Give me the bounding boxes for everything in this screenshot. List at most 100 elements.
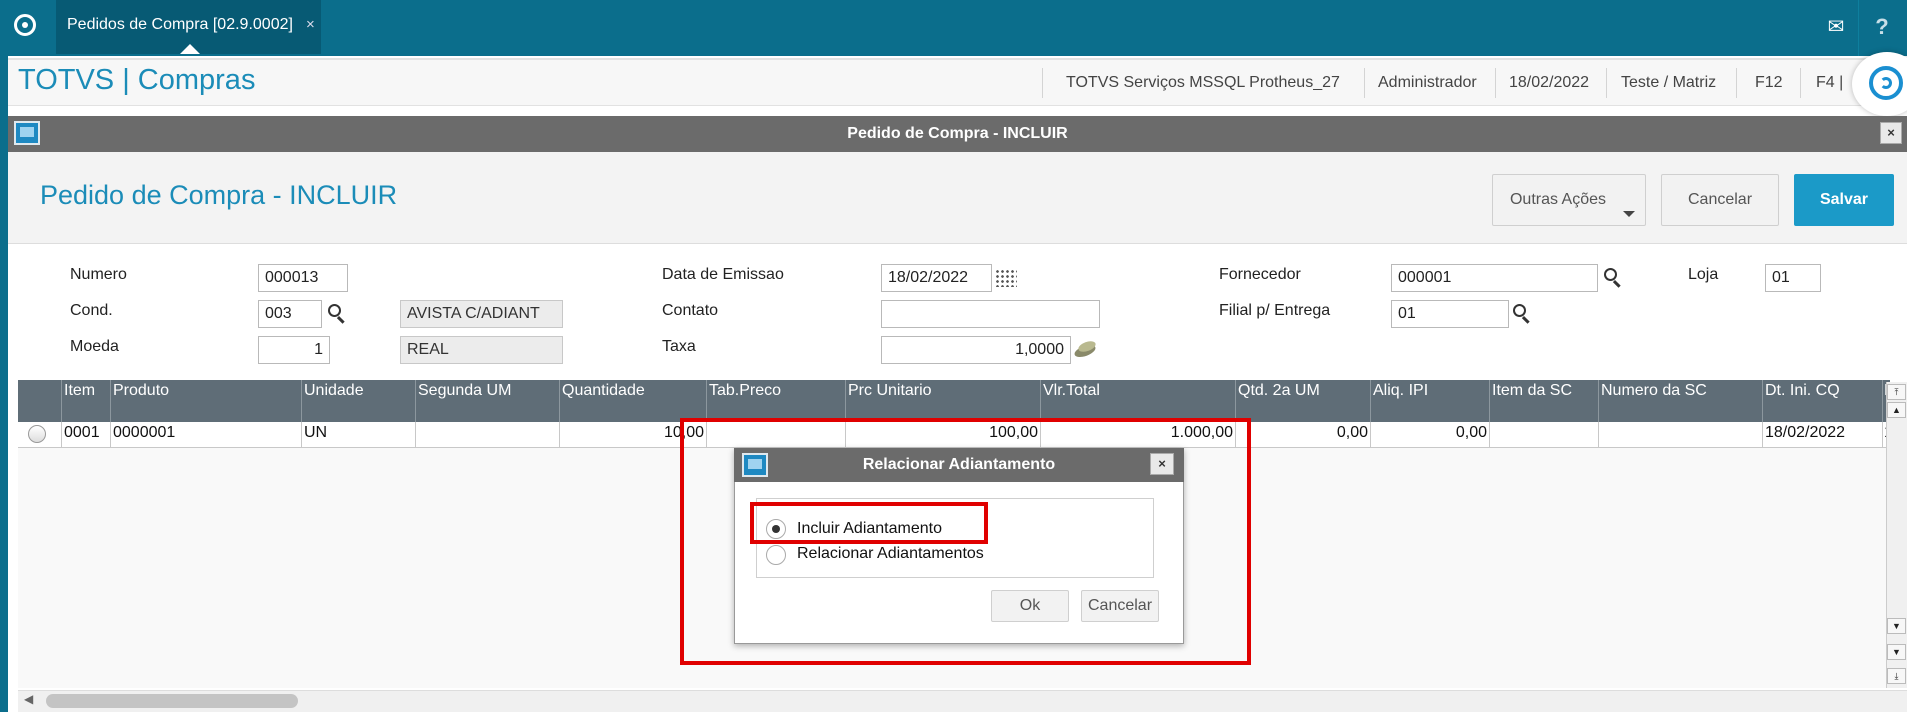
- row-cell-divider: [1882, 422, 1883, 448]
- grid-col-divider: [1762, 380, 1763, 422]
- mail-icon[interactable]: ✉: [1822, 16, 1850, 38]
- col-header-produto[interactable]: Produto: [113, 382, 169, 400]
- scroll-left-icon[interactable]: ◀: [24, 692, 33, 706]
- fornecedor-field[interactable]: 000001: [1391, 264, 1598, 292]
- grid-col-divider: [1489, 380, 1490, 422]
- col-header-item[interactable]: Item: [64, 382, 95, 400]
- col-header-dt-ini-cq[interactable]: Dt. Ini. CQ: [1765, 382, 1840, 400]
- taxa-label: Taxa: [662, 338, 696, 355]
- grid-col-divider: [61, 380, 62, 422]
- company-info[interactable]: Teste / Matriz: [1621, 74, 1716, 92]
- server-info: TOTVS Serviços MSSQL Protheus_27: [1066, 74, 1340, 91]
- cell-produto[interactable]: 0000001: [113, 424, 175, 442]
- tab-pedidos-de-compra[interactable]: Pedidos de Compra [02.9.0002] ×: [56, 0, 321, 54]
- f12-shortcut[interactable]: F12: [1755, 74, 1783, 92]
- fornecedor-label: Fornecedor: [1219, 266, 1301, 283]
- data-emissao-field[interactable]: 18/02/2022: [881, 264, 992, 292]
- outras-acoes-button[interactable]: Outras Ações: [1492, 174, 1646, 226]
- scroll-bottom-icon[interactable]: ⤓: [1887, 668, 1906, 684]
- vertical-scrollbar[interactable]: [1886, 382, 1907, 688]
- col-header-quantidade[interactable]: Quantidade: [562, 382, 645, 400]
- grid-col-divider: [110, 380, 111, 422]
- grid-col-divider: [559, 380, 560, 422]
- window-close-icon[interactable]: ×: [1880, 122, 1902, 144]
- loja-label: Loja: [1688, 266, 1719, 283]
- moeda-description: REAL: [400, 336, 563, 364]
- chat-assistant-icon[interactable]: [1852, 52, 1907, 116]
- totvs-logo-icon[interactable]: [14, 14, 36, 36]
- scroll-page-up-icon[interactable]: ▲: [1887, 402, 1906, 418]
- col-header-unidade[interactable]: Unidade: [304, 382, 364, 400]
- contato-label: Contato: [662, 302, 719, 319]
- grid-col-divider: [1040, 380, 1041, 422]
- info-divider: [1364, 68, 1365, 98]
- help-icon[interactable]: ?: [1867, 12, 1897, 42]
- col-header-tab-preco[interactable]: Tab.Preco: [709, 382, 781, 400]
- cell-aliq-ipi[interactable]: 0,00: [1373, 424, 1487, 442]
- col-header-item-sc[interactable]: Item da SC: [1492, 382, 1572, 400]
- grid-col-divider: [845, 380, 846, 422]
- filial-entrega-label: Filial p/ Entrega: [1219, 302, 1331, 319]
- window-titlebar: Pedido de Compra - INCLUIR: [8, 116, 1907, 152]
- grid-col-divider: [706, 380, 707, 422]
- chat-ring-icon: [1869, 66, 1903, 100]
- row-cell-divider: [61, 422, 62, 448]
- cond-description: AVISTA C/ADIANT: [400, 300, 563, 328]
- outras-acoes-label: Outras Ações: [1509, 191, 1607, 208]
- scroll-down-icon[interactable]: ▼: [1887, 618, 1906, 634]
- cond-field[interactable]: 003: [258, 300, 322, 328]
- col-header-aliq-ipi[interactable]: Aliq. IPI: [1373, 382, 1428, 400]
- cell-qtd-2a-um[interactable]: 0,00: [1238, 424, 1368, 442]
- tab-close-icon[interactable]: ×: [306, 16, 315, 33]
- col-header-vlr-total[interactable]: Vlr.Total: [1043, 382, 1100, 400]
- horizontal-scrollbar[interactable]: [18, 690, 1907, 712]
- form-title: Pedido de Compra - INCLUIR: [40, 180, 398, 210]
- grid-col-divider: [1370, 380, 1371, 422]
- grid-col-divider: [415, 380, 416, 422]
- grid-col-divider: [1598, 380, 1599, 422]
- row-cell-divider: [110, 422, 111, 448]
- numero-label: Numero: [70, 266, 127, 283]
- scroll-page-down-icon[interactable]: ▼: [1887, 644, 1906, 660]
- cancelar-button[interactable]: Cancelar: [1661, 174, 1779, 226]
- col-header-segunda-um[interactable]: Segunda UM: [418, 382, 511, 400]
- fornecedor-search-icon[interactable]: [1604, 268, 1624, 288]
- coins-icon[interactable]: [1072, 340, 1100, 360]
- numero-field[interactable]: 000013: [258, 264, 348, 292]
- info-divider: [1606, 68, 1607, 98]
- col-header-prc-unitario[interactable]: Prc Unitario: [848, 382, 932, 400]
- row-cell-divider: [1370, 422, 1371, 448]
- moeda-label: Moeda: [70, 338, 119, 355]
- col-header-numero-sc[interactable]: Numero da SC: [1601, 382, 1707, 400]
- cond-search-icon[interactable]: [328, 304, 348, 324]
- filial-search-icon[interactable]: [1513, 304, 1533, 324]
- grid-col-divider: [1882, 380, 1883, 422]
- topbar-divider: [1858, 0, 1859, 56]
- app-title: TOTVS | Compras: [18, 64, 256, 96]
- row-select-radio[interactable]: [28, 425, 46, 443]
- loja-field[interactable]: 01: [1765, 264, 1821, 292]
- cell-item[interactable]: 0001: [64, 424, 100, 442]
- left-edge: [0, 56, 8, 712]
- row-cell-divider: [1489, 422, 1490, 448]
- grid-col-divider: [301, 380, 302, 422]
- contato-field[interactable]: [881, 300, 1100, 328]
- cell-unidade[interactable]: UN: [304, 424, 327, 442]
- taxa-field[interactable]: 1,0000: [881, 336, 1071, 364]
- salvar-button[interactable]: Salvar: [1794, 174, 1894, 226]
- data-emissao-label: Data de Emissao: [662, 266, 784, 283]
- filial-entrega-field[interactable]: 01: [1391, 300, 1509, 328]
- col-header-qtd-2a-um[interactable]: Qtd. 2a UM: [1238, 382, 1320, 400]
- cell-dt-ini-cq[interactable]: 18/02/2022: [1765, 424, 1845, 442]
- horizontal-scroll-thumb[interactable]: [46, 694, 298, 708]
- info-divider: [1736, 68, 1737, 98]
- calendar-icon[interactable]: [995, 269, 1017, 287]
- row-cell-divider: [559, 422, 560, 448]
- info-divider: [1495, 68, 1496, 98]
- f4-shortcut[interactable]: F4 |: [1816, 74, 1843, 92]
- cond-label: Cond.: [70, 302, 113, 319]
- chevron-down-icon: [1623, 211, 1635, 217]
- scroll-top-icon[interactable]: ⤒: [1887, 384, 1906, 400]
- moeda-field[interactable]: 1: [258, 336, 330, 364]
- row-cell-divider: [1598, 422, 1599, 448]
